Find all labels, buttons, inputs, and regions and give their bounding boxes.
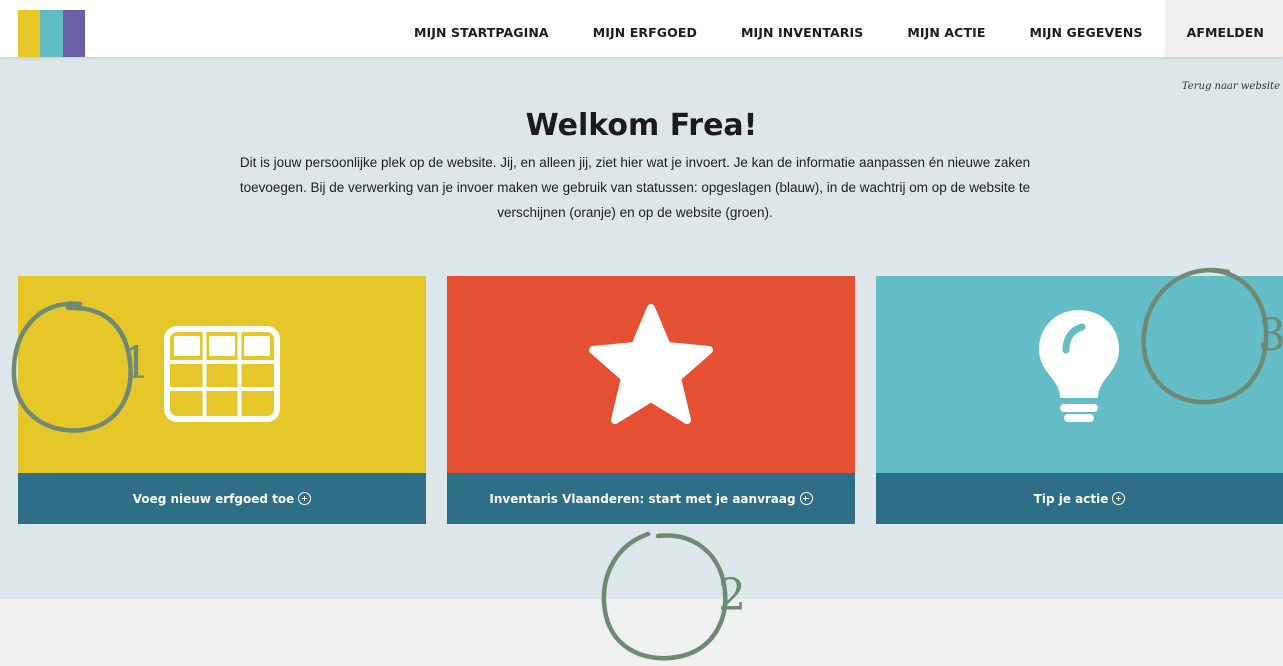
annotation-number: 3 (1258, 310, 1283, 361)
main-nav: MIJN STARTPAGINA MIJN ERFGOED MIJN INVEN… (392, 0, 1283, 57)
nav-item-gegevens[interactable]: MIJN GEGEVENS (1007, 0, 1164, 57)
logo[interactable] (18, 10, 85, 57)
card-tip-action-label: Tip je actie (1033, 491, 1109, 506)
intro-text: Dit is jouw persoonlijke plek op de webs… (239, 155, 1031, 220)
card-inventaris-tile (447, 276, 855, 473)
nav-item-afmelden[interactable]: AFMELDEN (1164, 0, 1283, 57)
card-inventaris-vlaanderen[interactable]: Inventaris Vlaanderen: start met je aanv… (447, 276, 855, 524)
nav-item-actie[interactable]: MIJN ACTIE (885, 0, 1007, 57)
plus-circle-icon (1112, 492, 1126, 505)
page-title: Welkom Frea! (525, 108, 758, 143)
card-inventaris-label: Inventaris Vlaanderen: start met je aanv… (489, 491, 796, 506)
annotation-circle-3: 3 (1136, 264, 1283, 408)
annotation-number: 1 (122, 338, 150, 389)
card-inventaris-button[interactable]: Inventaris Vlaanderen: start met je aanv… (447, 473, 855, 524)
card-tip-action-button[interactable]: Tip je actie (876, 473, 1283, 524)
logo-stripe-purple (62, 10, 85, 57)
card-add-heritage-button[interactable]: Voeg nieuw erfgoed toe (18, 473, 426, 524)
logo-stripe-yellow (18, 10, 41, 57)
top-navigation-bar: MIJN STARTPAGINA MIJN ERFGOED MIJN INVEN… (0, 0, 1283, 57)
plus-circle-icon (799, 492, 813, 505)
nav-item-erfgoed[interactable]: MIJN ERFGOED (571, 0, 719, 57)
plus-circle-icon (298, 492, 312, 505)
star-icon (589, 304, 713, 424)
annotation-number: 2 (718, 570, 746, 621)
back-to-website-link[interactable]: Terug naar website (1182, 81, 1280, 92)
nav-item-inventaris[interactable]: MIJN INVENTARIS (719, 0, 885, 57)
lightbulb-icon (1039, 310, 1119, 422)
annotation-circle-1: 1 (8, 298, 150, 438)
nav-item-startpagina[interactable]: MIJN STARTPAGINA (392, 0, 571, 57)
card-add-heritage-label: Voeg nieuw erfgoed toe (132, 491, 295, 506)
annotation-circle-2: 2 (596, 530, 746, 664)
logo-stripe-teal (40, 10, 63, 57)
